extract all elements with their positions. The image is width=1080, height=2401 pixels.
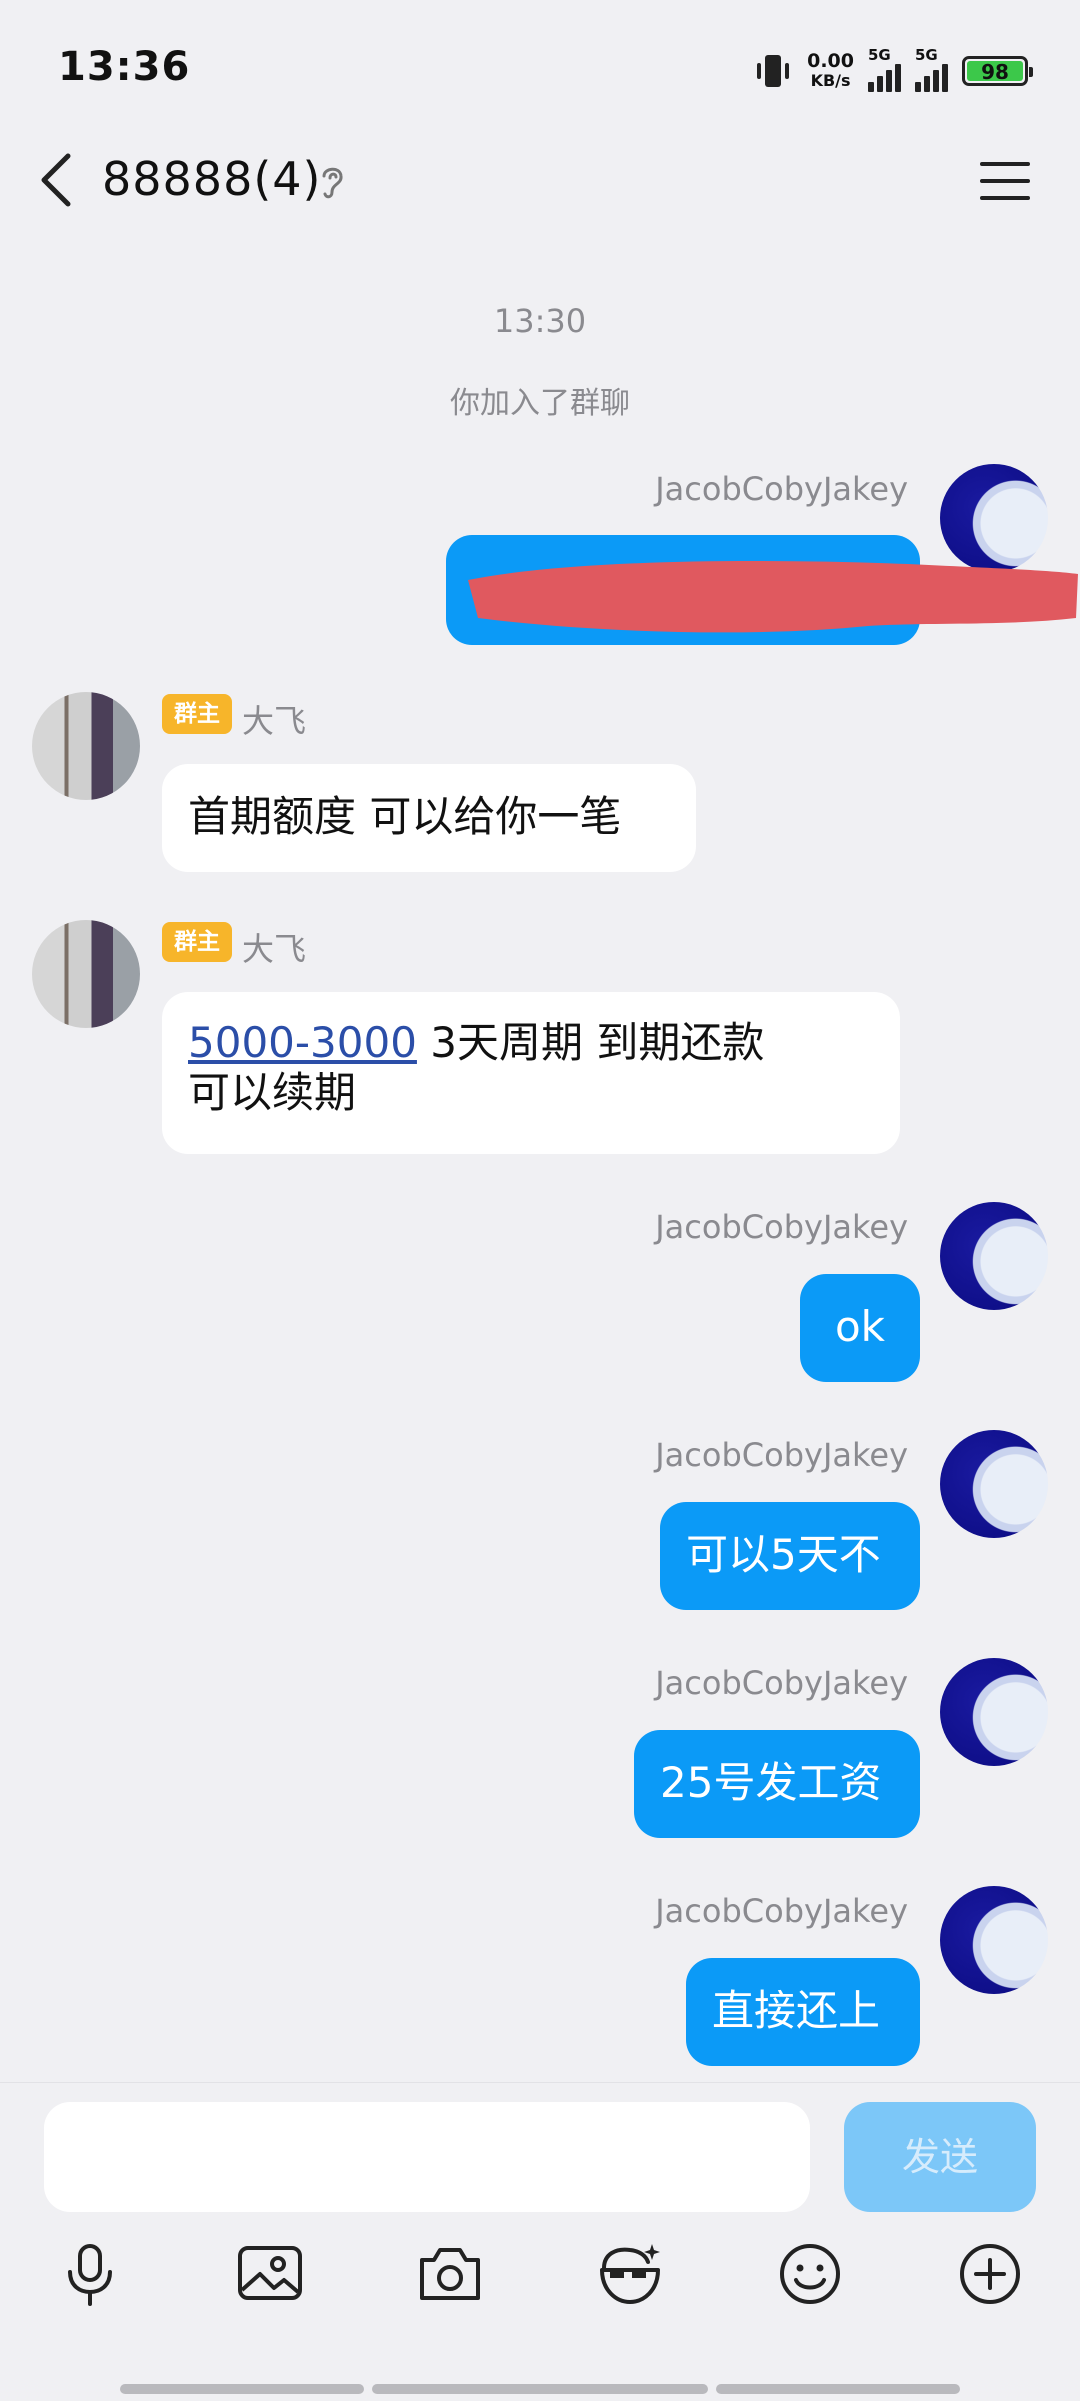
my-avatar[interactable] (940, 1430, 1048, 1538)
net-speed: 0.00 KB/s (807, 50, 854, 91)
battery-level: 98 (967, 61, 1023, 83)
message-link[interactable]: 5000-3000 (188, 1018, 417, 1067)
plus-icon[interactable] (954, 2238, 1026, 2310)
owner-badge: 群主 (162, 922, 232, 962)
sender-name: JacobCobyJakey (655, 1436, 908, 1474)
sender-name: JacobCobyJakey (655, 1208, 908, 1246)
my-avatar[interactable] (940, 1886, 1048, 1994)
nav-gesture-bar[interactable] (372, 2384, 708, 2394)
sender-name: JacobCobyJakey (655, 1664, 908, 1702)
back-arrow-icon[interactable] (36, 150, 76, 210)
message-bubble[interactable]: 直接还上 (686, 1958, 920, 2066)
message-bubble[interactable]: 可以5天不 (660, 1502, 920, 1610)
message-bubble[interactable]: 25号发工资 (634, 1730, 920, 1838)
vibrate-icon (757, 55, 790, 87)
sender-name: 大飞 (242, 702, 307, 740)
sender-name: 大飞 (242, 930, 307, 968)
message-timestamp: 13:30 (493, 302, 587, 340)
my-avatar[interactable] (940, 1202, 1048, 1310)
battery-icon: 98 (962, 56, 1033, 86)
net-speed-value: 0.00 (807, 50, 854, 72)
my-avatar[interactable] (940, 1658, 1048, 1766)
message-bubble[interactable]: ok (800, 1274, 920, 1382)
signal-1-label: 5G (868, 46, 891, 64)
nav-gesture-bar[interactable] (120, 2384, 364, 2394)
sticker-icon[interactable] (594, 2238, 666, 2310)
sender-name: JacobCobyJakey (655, 1892, 908, 1930)
signal-icon-1: 5G (868, 46, 901, 92)
chat-title: 88888(4) (102, 152, 322, 206)
message-text: 3天周期 到期还款 (416, 1018, 765, 1067)
nav-gesture-bar[interactable] (716, 2384, 960, 2394)
ear-icon[interactable] (316, 162, 348, 202)
send-button[interactable]: 发送 (844, 2102, 1036, 2212)
microphone-icon[interactable] (54, 2238, 126, 2310)
sender-name: JacobCobyJakey (655, 470, 908, 508)
other-avatar[interactable] (32, 920, 140, 1028)
camera-icon[interactable] (414, 2238, 486, 2310)
system-note: 你加入了群聊 (450, 386, 630, 421)
signal-2-label: 5G (915, 46, 938, 64)
message-bubble[interactable]: 5000-3000 3天周期 到期还款 可以续期 (162, 992, 900, 1154)
image-icon[interactable] (234, 2238, 306, 2310)
message-text-line2: 可以续期 (188, 1068, 357, 1117)
status-icons: 0.00 KB/s 5G 5G 98 (753, 46, 1033, 94)
message-bubble[interactable]: 首期额度 可以给你一笔 (162, 764, 696, 872)
signal-icon-2: 5G (915, 46, 948, 92)
redaction-mark (468, 561, 1078, 633)
status-time: 13:36 (58, 44, 191, 90)
emoji-icon[interactable] (774, 2238, 846, 2310)
net-speed-unit: KB/s (810, 71, 851, 90)
status-bar: 13:36 0.00 KB/s 5G 5G 98 (0, 0, 1080, 140)
menu-icon[interactable] (980, 160, 1030, 202)
owner-badge: 群主 (162, 694, 232, 734)
message-input[interactable] (44, 2102, 810, 2212)
other-avatar[interactable] (32, 692, 140, 800)
